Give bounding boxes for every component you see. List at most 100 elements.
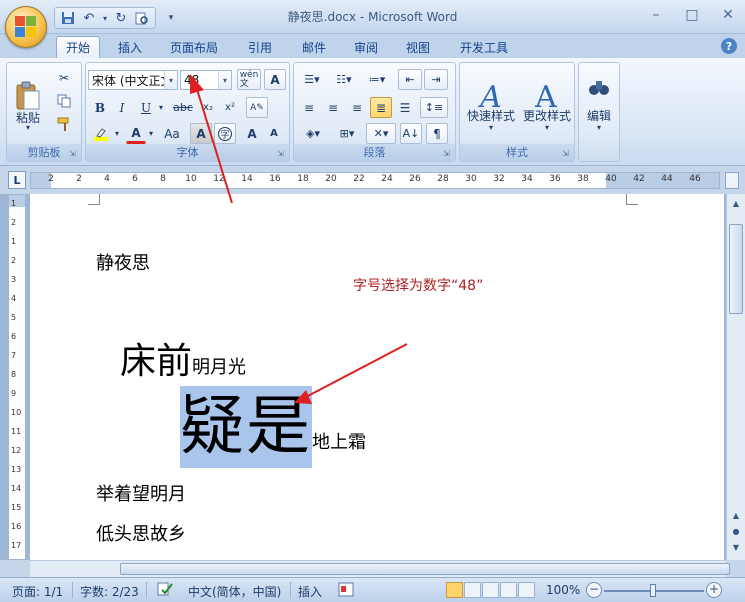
tab-review[interactable]: 审阅 xyxy=(346,36,386,58)
vruler-tick-label: 9 xyxy=(11,389,17,398)
draft-view-icon[interactable] xyxy=(518,582,535,598)
find-binoculars-icon[interactable] xyxy=(583,67,615,107)
underline-dropdown-icon[interactable]: ▾ xyxy=(156,97,166,118)
status-bar: 页面: 1/1 字数: 2/23 中文(简体，中国) 插入 100% − + xyxy=(0,577,745,602)
status-word-count[interactable]: 字数: 2/23 xyxy=(80,583,139,600)
status-page[interactable]: 页面: 1/1 xyxy=(12,583,63,600)
multilevel-list-icon[interactable]: ≔▾ xyxy=(362,69,392,90)
horizontal-scroll-thumb[interactable] xyxy=(120,563,730,575)
maximize-button[interactable]: □ xyxy=(681,6,703,24)
web-layout-icon[interactable] xyxy=(482,582,499,598)
highlight-icon[interactable] xyxy=(90,123,112,144)
tab-references[interactable]: 引用 xyxy=(240,36,280,58)
highlight-dropdown-icon[interactable]: ▾ xyxy=(112,123,122,144)
help-icon[interactable]: ? xyxy=(721,38,737,54)
font-size-dropdown-icon[interactable]: ▾ xyxy=(218,71,231,89)
sort-icon[interactable]: A↓ xyxy=(400,123,422,144)
paste-dropdown-icon[interactable]: ▾ xyxy=(11,123,45,132)
status-language[interactable]: 中文(简体，中国) xyxy=(188,583,281,600)
scroll-up-icon[interactable]: ▲ xyxy=(729,196,743,210)
phonetic-guide-icon[interactable]: wén 文 xyxy=(237,69,261,90)
borders-icon[interactable]: ⊞▾ xyxy=(332,123,362,144)
font-color-icon[interactable]: A xyxy=(126,123,146,144)
editing-label[interactable]: 编辑 xyxy=(579,107,619,124)
bullets-icon[interactable]: ☰▾ xyxy=(298,69,326,90)
macro-record-icon[interactable] xyxy=(338,582,354,600)
next-page-icon[interactable]: ▼ xyxy=(729,540,743,554)
browse-object-icon[interactable]: ● xyxy=(729,524,743,538)
document-page[interactable]: 静夜思 床前明月光 疑是地上霜 举着望明月 低头思故乡 字号选择为数字“48” xyxy=(30,194,724,560)
font-name-dropdown-icon[interactable]: ▾ xyxy=(164,71,177,89)
ruler-tick-label: 22 xyxy=(353,174,365,184)
tab-insert[interactable]: 插入 xyxy=(108,36,152,58)
align-right-icon[interactable]: ≡ xyxy=(346,97,368,118)
change-styles-dropdown-icon[interactable]: ▾ xyxy=(518,123,576,132)
tab-selector-button[interactable]: L xyxy=(8,171,26,189)
line-spacing-icon[interactable]: ↕≡ xyxy=(420,97,448,118)
shading-icon[interactable]: ◈▾ xyxy=(298,123,328,144)
paragraph-launcher-icon[interactable]: ⇲ xyxy=(443,149,452,158)
previous-page-icon[interactable]: ▲ xyxy=(729,508,743,522)
zoom-out-icon[interactable]: − xyxy=(586,582,602,598)
underline-button[interactable]: U xyxy=(136,97,156,118)
tab-developer[interactable]: 开发工具 xyxy=(452,36,516,58)
cut-icon[interactable]: ✂ xyxy=(53,67,75,88)
vruler-tick-label: 17 xyxy=(11,541,22,550)
tab-page-layout[interactable]: 页面布局 xyxy=(162,36,226,58)
superscript-icon[interactable]: x² xyxy=(220,97,240,118)
font-launcher-icon[interactable]: ⇲ xyxy=(277,149,286,158)
tab-view[interactable]: 视图 xyxy=(398,36,438,58)
font-name-combo[interactable]: 宋体 (中文正文 ▾ xyxy=(88,70,178,90)
page-corner-mark xyxy=(88,194,100,205)
clipboard-launcher-icon[interactable]: ⇲ xyxy=(69,149,78,158)
close-button[interactable]: ✕ xyxy=(717,6,739,24)
strikethrough-button[interactable]: abc xyxy=(170,97,196,118)
format-painter-icon[interactable] xyxy=(53,113,75,134)
shrink-font-button[interactable]: A xyxy=(264,123,284,144)
font-size-combo[interactable]: 48 ▾ xyxy=(180,70,232,90)
editing-dropdown-icon[interactable]: ▾ xyxy=(579,123,619,132)
view-ruler-button[interactable] xyxy=(725,172,739,189)
change-case-button[interactable]: Aa xyxy=(158,123,186,144)
character-border-icon[interactable]: A xyxy=(264,69,286,90)
align-left-icon[interactable]: ≡ xyxy=(298,97,320,118)
clear-formatting-icon[interactable]: A✎ xyxy=(246,97,268,118)
styles-group: A 快速样式 ▾ A 更改样式 ▾ 样式 ⇲ xyxy=(459,62,575,162)
tab-home[interactable]: 开始 xyxy=(56,36,100,58)
subscript-icon[interactable]: x₂ xyxy=(198,97,218,118)
italic-button[interactable]: I xyxy=(112,97,132,118)
copy-icon[interactable] xyxy=(53,90,75,111)
decrease-indent-icon[interactable]: ⇤ xyxy=(398,69,422,90)
bold-button[interactable]: B xyxy=(90,97,110,118)
outline-view-icon[interactable] xyxy=(500,582,517,598)
tab-mailings[interactable]: 邮件 xyxy=(294,36,334,58)
increase-indent-icon[interactable]: ⇥ xyxy=(424,69,448,90)
ruler-strip[interactable]: 2 2 4 6 8 10 12 14 16 18 20 22 24 26 28 30 32 34 36 38 40 42 4… xyxy=(30,172,720,189)
zoom-level[interactable]: 100% xyxy=(546,583,580,597)
quick-styles-dropdown-icon[interactable]: ▾ xyxy=(462,123,520,132)
grow-font-button[interactable]: A xyxy=(242,123,262,144)
justify-icon[interactable]: ≣ xyxy=(370,97,392,118)
styles-launcher-icon[interactable]: ⇲ xyxy=(562,149,571,158)
horizontal-ruler: L 2 2 4 6 8 10 12 14 16 18 20 22 24 26 28 30 32 34 36 38 40 4… xyxy=(0,166,745,194)
zoom-slider-thumb[interactable] xyxy=(650,584,656,597)
show-marks-icon[interactable]: ¶ xyxy=(426,123,448,144)
minimize-button[interactable]: – xyxy=(645,6,667,24)
zoom-in-icon[interactable]: + xyxy=(706,582,722,598)
chinese-layout-icon[interactable]: ✕▾ xyxy=(366,123,396,144)
vertical-scrollbar[interactable]: ▲ ▲ ● ▼ xyxy=(726,194,745,560)
font-color-dropdown-icon[interactable]: ▾ xyxy=(146,123,156,144)
numbering-icon[interactable]: ☷▾ xyxy=(330,69,358,90)
horizontal-scrollbar[interactable] xyxy=(30,560,730,577)
character-shading-icon[interactable]: A xyxy=(190,123,212,144)
align-center-icon[interactable]: ≡ xyxy=(322,97,344,118)
vertical-scroll-thumb[interactable] xyxy=(729,224,743,314)
office-button[interactable] xyxy=(5,6,47,48)
enclose-characters-icon[interactable]: 字 xyxy=(214,123,236,144)
proofing-icon[interactable] xyxy=(156,581,174,600)
print-layout-view-icon[interactable] xyxy=(446,582,463,598)
distributed-icon[interactable]: ☰ xyxy=(394,97,416,118)
status-insert-mode[interactable]: 插入 xyxy=(298,583,322,600)
full-screen-reading-icon[interactable] xyxy=(464,582,481,598)
vertical-ruler[interactable]: 1 2 1 2 3 4 5 6 7 8 9 10 11 12 13 14 15 16 17 xyxy=(8,194,26,560)
